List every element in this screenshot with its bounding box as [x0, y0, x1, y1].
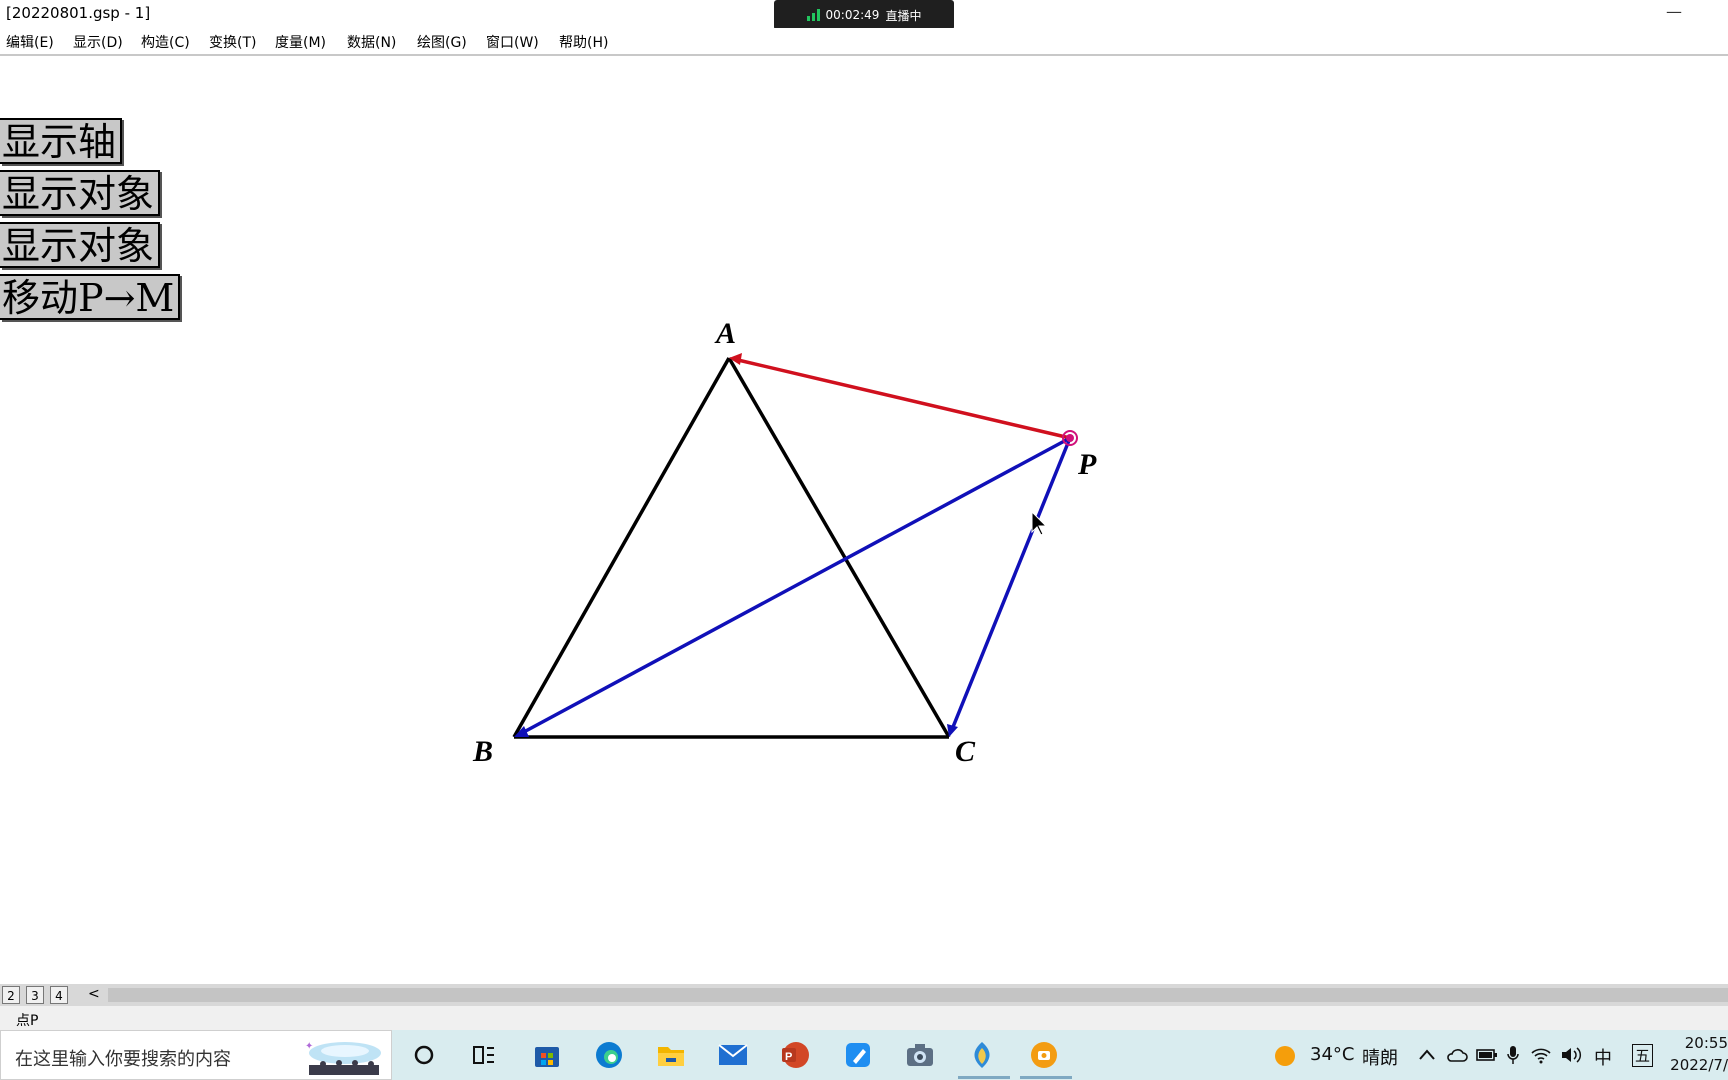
system-clock[interactable]: 20:55 2022/7/	[1670, 1032, 1728, 1076]
sketch-canvas[interactable]: 显示轴 显示对象 显示对象 移动P→M A B C P	[0, 56, 1728, 984]
menu-display[interactable]: 显示(D)	[73, 32, 123, 52]
title-bar: [20220801.gsp - 1] 00:02:49 直播中 —	[0, 0, 1728, 30]
menu-measure[interactable]: 度量(M)	[275, 32, 326, 52]
cortana-icon[interactable]	[408, 1039, 440, 1071]
svg-text:✦: ✦	[305, 1041, 313, 1052]
vector-pa[interactable]	[737, 358, 1071, 440]
taskbar: 在这里输入你要搜索的内容 ✦ P 34°C 晴朗 中 五 20:55 2022/…	[0, 1030, 1728, 1080]
task-view-icon[interactable]	[468, 1039, 500, 1071]
menu-data[interactable]: 数据(N)	[347, 32, 396, 52]
search-placeholder: 在这里输入你要搜索的内容	[15, 1049, 231, 1070]
vector-pc[interactable]	[951, 437, 1072, 728]
menu-graph[interactable]: 绘图(G)	[417, 32, 467, 52]
active-app-indicator	[958, 1076, 1010, 1079]
menu-edit[interactable]: 编辑(E)	[6, 32, 54, 52]
window-title: [20220801.gsp - 1]	[6, 4, 151, 22]
page-tab-3[interactable]: 3	[26, 986, 44, 1004]
point-p[interactable]	[1066, 434, 1074, 442]
microphone-icon[interactable]	[1506, 1045, 1520, 1065]
label-a[interactable]: A	[714, 317, 736, 350]
camera-icon[interactable]	[904, 1039, 936, 1071]
ime-indicator[interactable]: 中	[1594, 1044, 1612, 1070]
taskbar-search-box[interactable]: 在这里输入你要搜索的内容 ✦	[0, 1030, 392, 1080]
live-status: 直播中	[885, 8, 922, 23]
page-tab-bar: 2 3 4 <	[0, 984, 1728, 1006]
edge-icon[interactable]	[593, 1039, 625, 1071]
clock-date: 2022/7/	[1670, 1056, 1728, 1074]
live-timer: 00:02:49	[825, 8, 880, 22]
status-text: 点P	[16, 1013, 39, 1029]
menu-bar: 编辑(E) 显示(D) 构造(C) 变换(T) 度量(M) 数据(N) 绘图(G…	[0, 28, 1728, 56]
powerpoint-icon[interactable]: P	[779, 1039, 811, 1071]
ime-mode-indicator[interactable]: 五	[1632, 1044, 1654, 1067]
label-p[interactable]: P	[1077, 448, 1097, 481]
search-highlight-art-icon: ✦	[305, 1041, 381, 1075]
label-c[interactable]: C	[955, 735, 976, 768]
geometry-figure: A B C P	[472, 317, 1097, 768]
sketchpad-icon[interactable]	[966, 1039, 998, 1071]
chevron-up-icon[interactable]	[1418, 1047, 1436, 1063]
menu-construct[interactable]: 构造(C)	[141, 32, 190, 52]
screenshot-app-icon[interactable]	[1028, 1039, 1060, 1071]
sun-weather-icon	[1275, 1046, 1295, 1066]
signal-bars-icon	[806, 9, 820, 21]
status-bar: 点P	[0, 1006, 1728, 1030]
page-tab-2[interactable]: 2	[2, 986, 20, 1004]
segment-ac[interactable]	[727, 357, 951, 738]
weather-condition[interactable]: 晴朗	[1362, 1044, 1398, 1070]
live-streaming-badge[interactable]: 00:02:49 直播中	[774, 0, 954, 30]
label-b[interactable]: B	[472, 735, 493, 768]
file-explorer-icon[interactable]	[655, 1039, 687, 1071]
scroll-left-arrow-icon[interactable]: <	[88, 986, 100, 1002]
weather-temp[interactable]: 34°C	[1310, 1044, 1354, 1065]
menu-window[interactable]: 窗口(W)	[486, 32, 539, 52]
mail-icon[interactable]	[717, 1039, 749, 1071]
pen-app-icon[interactable]	[842, 1039, 874, 1071]
battery-icon[interactable]	[1476, 1048, 1498, 1062]
wifi-icon[interactable]	[1530, 1046, 1552, 1064]
clock-time: 20:55	[1684, 1034, 1728, 1052]
cloud-icon[interactable]	[1446, 1047, 1468, 1063]
horizontal-scrollbar[interactable]	[108, 988, 1728, 1002]
minimize-button[interactable]: —	[1660, 0, 1688, 28]
volume-icon[interactable]	[1560, 1046, 1582, 1064]
vector-pb[interactable]	[521, 436, 1071, 735]
store-icon[interactable]	[531, 1039, 563, 1071]
menu-help[interactable]: 帮助(H)	[559, 32, 608, 52]
menu-transform[interactable]: 变换(T)	[209, 32, 256, 52]
svg-text:P: P	[785, 1051, 792, 1063]
active-app-indicator-2	[1020, 1076, 1072, 1079]
page-tab-4[interactable]: 4	[50, 986, 68, 1004]
